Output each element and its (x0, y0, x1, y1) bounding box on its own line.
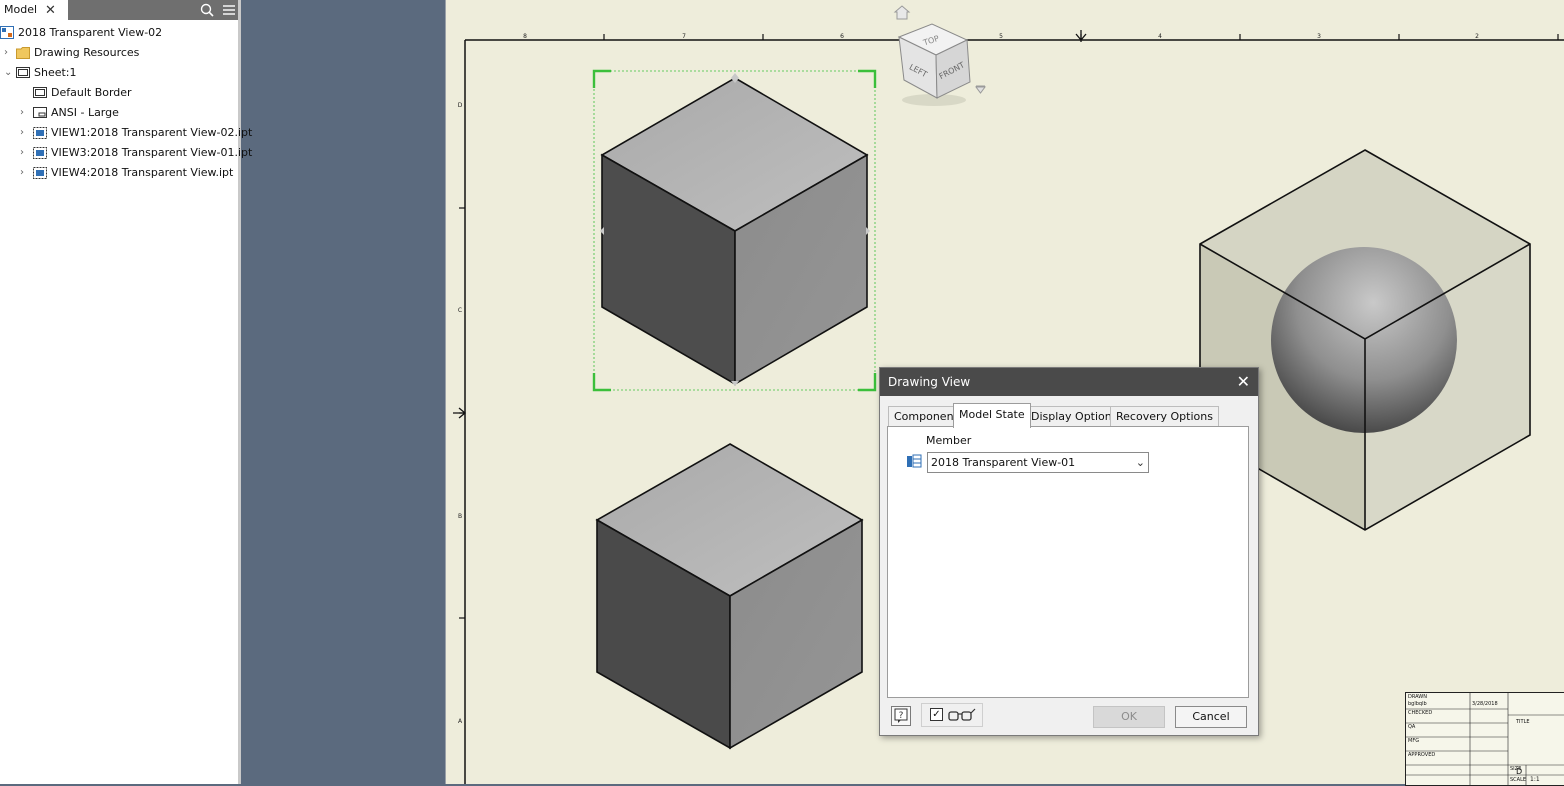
chevron-down-icon[interactable]: ⌄ (1136, 453, 1145, 472)
drawing-view-icon (33, 147, 47, 159)
tree-item-label: VIEW3:2018 Transparent View-01.ipt (51, 146, 253, 159)
tree-item-label: VIEW4:2018 Transparent View.ipt (51, 166, 234, 179)
selection-corner-handle[interactable] (858, 69, 877, 88)
drawing-view-icon (33, 167, 47, 179)
model-state-panel: Member 2018 Transparent View-01 ⌄ (887, 426, 1249, 698)
ruler-label-top: 6 (840, 33, 844, 40)
close-icon[interactable]: ✕ (45, 1, 56, 21)
ruler-label-top: 8 (523, 33, 527, 40)
tree-item-label: ANSI - Large (51, 106, 119, 119)
dialog-title-bar[interactable]: Drawing View ✕ (880, 368, 1258, 396)
ruler-label-top: 7 (682, 33, 686, 40)
tree-item-label: 2018 Transparent View-02 (18, 26, 163, 39)
tree-item[interactable]: Default Border (0, 83, 238, 103)
browser-tab-bar: Model ✕ (0, 0, 238, 20)
tab-model[interactable]: Model ✕ (0, 0, 68, 20)
tb-title-label: TITLE (1516, 719, 1530, 725)
ruler-label-top: 5 (999, 33, 1003, 40)
model-browser: Model ✕ 2018 Transparent View-02 › Drawing… (0, 0, 252, 784)
viewcube[interactable]: TOP LEFT FRONT (893, 5, 986, 106)
selection-corner-handle[interactable] (592, 69, 611, 88)
ruler-label-top: 4 (1158, 33, 1162, 40)
grip-handle[interactable] (866, 227, 870, 235)
close-icon[interactable]: ✕ (1237, 368, 1250, 396)
ruler-label-left: A (458, 718, 463, 725)
chevron-right-icon[interactable]: › (20, 123, 30, 143)
title-block-icon (33, 107, 47, 118)
title-block: DRAWN bglbqlb 3/28/2018 CHECKED QA MFG A… (1405, 692, 1564, 786)
tree-item-label: Drawing Resources (34, 46, 140, 59)
tb-checked-label: CHECKED (1408, 710, 1433, 716)
glasses-preview-icon[interactable] (947, 707, 977, 723)
chevron-down-icon[interactable]: ⌄ (4, 63, 14, 83)
tree-item[interactable]: 2018 Transparent View-02 (0, 23, 238, 43)
tb-drawn-by: bglbqlb (1408, 701, 1427, 707)
tb-qa-label: QA (1408, 724, 1416, 730)
assembly-doc-icon (0, 26, 14, 39)
ruler-label-top: 2 (1475, 33, 1479, 40)
preview-checkbox[interactable]: ✓ (930, 708, 943, 721)
home-icon[interactable] (893, 5, 911, 20)
selection-corner-handle[interactable] (858, 373, 877, 392)
ruler-label-left: B (458, 513, 462, 520)
search-icon[interactable] (199, 2, 215, 18)
ruler-label-left: C (458, 307, 462, 314)
chevron-right-icon[interactable]: › (20, 103, 30, 123)
tree-item[interactable]: › ANSI - Large (0, 103, 238, 123)
tb-scale-value: 1:1 (1530, 776, 1540, 783)
tab-display-options[interactable]: Display Options (1025, 406, 1124, 427)
selection-corner-handle[interactable] (592, 373, 611, 392)
tree-item[interactable]: › VIEW4:2018 Transparent View.ipt (0, 163, 238, 183)
dialog-title: Drawing View (888, 375, 971, 389)
chevron-right-icon[interactable]: › (20, 163, 30, 183)
border-icon (33, 87, 47, 98)
grip-handle[interactable] (731, 381, 739, 386)
tree-item[interactable]: › Drawing Resources (0, 43, 238, 63)
ruler-label-top: 3 (1317, 33, 1321, 40)
drawing-view-icon (33, 127, 47, 139)
sheet-icon (16, 67, 30, 78)
tree-item[interactable]: › VIEW3:2018 Transparent View-01.ipt (0, 143, 252, 163)
ok-button[interactable]: OK (1093, 706, 1165, 728)
tb-mfg-label: MFG (1408, 738, 1420, 744)
tb-date: 3/28/2018 (1472, 701, 1498, 707)
tb-drawn-label: DRAWN (1408, 694, 1427, 700)
member-selected-value: 2018 Transparent View-01 (931, 456, 1076, 469)
cancel-button[interactable]: Cancel (1175, 706, 1247, 728)
chevron-right-icon[interactable]: › (4, 43, 14, 63)
tab-recovery-options[interactable]: Recovery Options (1110, 406, 1219, 427)
view3-cube[interactable] (595, 443, 864, 750)
tree-item[interactable]: › VIEW1:2018 Transparent View-02.ipt (0, 123, 252, 143)
drawing-view-dialog: Drawing View ✕ Component Model State Dis… (879, 367, 1259, 736)
tree-item-label: Sheet:1 (34, 66, 77, 79)
ruler-label-left: D (458, 102, 463, 109)
tree-item-label: Default Border (51, 86, 132, 99)
preview-toggle-group: ✓ (921, 703, 983, 727)
help-icon[interactable]: ? (891, 706, 911, 726)
center-mark-left-icon (453, 407, 467, 419)
hamburger-menu-icon[interactable] (221, 2, 237, 18)
viewcube-menu-arrow-icon[interactable] (975, 85, 986, 94)
tab-model-state[interactable]: Model State (953, 403, 1031, 428)
tree-item-label: VIEW1:2018 Transparent View-02.ipt (51, 126, 253, 139)
view1-cube[interactable] (600, 77, 869, 386)
tb-approved-label: APPROVED (1408, 752, 1436, 758)
tree-item[interactable]: ⌄ Sheet:1 (0, 63, 238, 83)
tb-size-value: D (1516, 767, 1523, 776)
member-table-icon (907, 454, 922, 468)
sphere (1271, 247, 1457, 433)
member-dropdown[interactable]: 2018 Transparent View-01 ⌄ (927, 452, 1149, 473)
member-label: Member (926, 434, 972, 447)
tb-scale-label: SCALE (1510, 777, 1527, 783)
folder-icon (16, 47, 30, 59)
chevron-right-icon[interactable]: › (20, 143, 30, 163)
tab-model-label: Model (4, 3, 38, 16)
svg-text:?: ? (899, 711, 904, 721)
